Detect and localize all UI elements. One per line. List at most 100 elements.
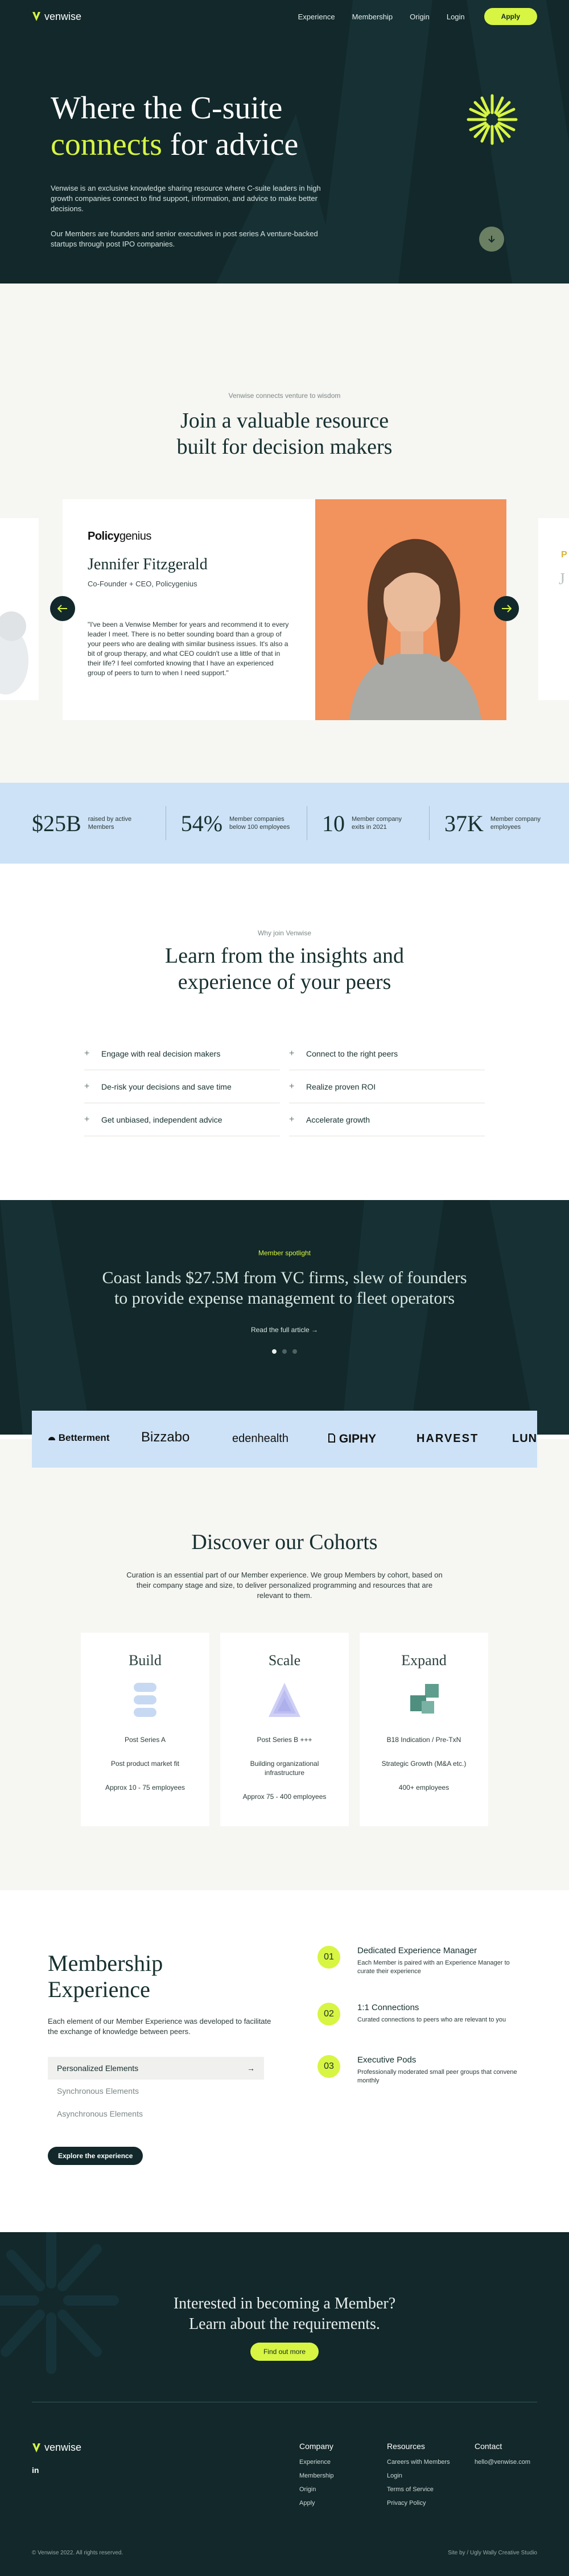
membership-title-line2: Experience xyxy=(48,1977,150,2002)
find-out-more-button[interactable]: Find out more xyxy=(250,2343,319,2361)
person-role: Co-Founder + CEO, Policygenius xyxy=(88,580,197,588)
feature-number: 01 xyxy=(318,1946,340,1969)
site-credit-link[interactable]: Site by / Ugly Wally Creative Studio xyxy=(448,2550,537,2556)
benefit-label: Get unbiased, independent advice xyxy=(101,1115,222,1124)
footer: Interested in becoming a Member? Learn a… xyxy=(0,2232,569,2576)
cohort-detail: Approx 75 - 400 employees xyxy=(242,1793,327,1801)
stat-value: 37K xyxy=(444,810,484,836)
cohort-detail: 400+ employees xyxy=(398,1784,450,1792)
spotlight-section xyxy=(0,1200,569,1435)
cohort-detail: B18 Indication / Pre-TxN xyxy=(386,1736,461,1744)
spotlight-title: Coast lands $27.5M from VC firms, slew o… xyxy=(0,1268,569,1309)
feature-description: Professionally moderated small peer grou… xyxy=(357,2069,517,2084)
feature-description: Each Member is paired with an Experience… xyxy=(357,1959,510,1975)
cohort-card-scale: Scale Post Series B +++ Building organiz… xyxy=(220,1633,349,1826)
nav-links: Experience Membership Origin Login Apply xyxy=(281,8,537,25)
carousel-dot[interactable] xyxy=(272,1349,277,1354)
testimonial-quote: "I've been a Venwise Member for years an… xyxy=(88,621,289,677)
footer-link[interactable]: Login xyxy=(387,2472,450,2479)
tab-label: Personalized Elements xyxy=(57,2064,139,2073)
hero-paragraph-2: Our Members are founders and senior exec… xyxy=(51,229,318,248)
benefit-item: + Realize proven ROI xyxy=(289,1070,485,1103)
next-card-name: J xyxy=(559,570,565,588)
footer-link[interactable]: Apply xyxy=(299,2500,334,2507)
cohorts-description: Curation is an essential part of our Mem… xyxy=(126,1571,443,1600)
testimonials-eyebrow: Venwise connects venture to wisdom xyxy=(228,392,341,400)
cohort-detail: Approx 10 - 75 employees xyxy=(105,1784,185,1792)
testimonials-title-line1: Join a valuable resource xyxy=(180,409,389,433)
read-article-link[interactable]: Read the full article → xyxy=(0,1326,569,1334)
contact-email-link[interactable]: hello@venwise.com xyxy=(475,2459,530,2466)
benefit-item: + De-risk your decisions and save time xyxy=(84,1070,280,1103)
previous-card-photo xyxy=(0,611,28,695)
footer-link[interactable]: Privacy Policy xyxy=(387,2500,450,2507)
tab-synchronous-elements[interactable]: Synchronous Elements xyxy=(48,2080,264,2102)
feature-description: Curated connections to peers who are rel… xyxy=(357,2016,506,2023)
brand-logo-giphy: GIPHY xyxy=(328,1432,376,1446)
footer-link[interactable]: Membership xyxy=(299,2472,334,2479)
nav-link-experience[interactable]: Experience xyxy=(298,13,335,21)
membership-title: Membership Experience xyxy=(48,1950,163,2003)
membership-title-line1: Membership xyxy=(48,1950,163,1976)
stacked-triangle-icon xyxy=(269,1683,300,1717)
carousel-next-button[interactable] xyxy=(494,596,519,621)
stat-label: raised by active Members xyxy=(88,816,132,831)
logo[interactable]: venwise xyxy=(32,11,81,23)
carousel-prev-button[interactable] xyxy=(50,596,75,621)
why-title-line2: experience of your peers xyxy=(178,970,391,994)
footer-logo[interactable]: venwise xyxy=(32,2442,81,2454)
spotlight-background-pattern xyxy=(0,1200,569,1435)
brand-logo-harvest: HARVEST xyxy=(417,1432,479,1445)
footer-link[interactable]: Terms of Service xyxy=(387,2486,450,2493)
benefit-item: + Connect to the right peers xyxy=(289,1037,485,1070)
logo-mark-icon xyxy=(32,2443,40,2452)
linkedin-icon[interactable]: in xyxy=(32,2466,39,2475)
company-logo: Policygenius xyxy=(88,530,289,543)
cohort-detail: Post Series B +++ xyxy=(257,1736,312,1744)
apply-button[interactable]: Apply xyxy=(484,8,537,25)
feature-number: 03 xyxy=(318,2055,340,2078)
tab-personalized-elements[interactable]: Personalized Elements → xyxy=(48,2057,264,2080)
nav-link-login[interactable]: Login xyxy=(447,13,465,21)
footer-column-resources: Resources Careers with Members Login Ter… xyxy=(387,2442,450,2513)
arrow-left-icon xyxy=(57,605,67,613)
carousel-dot[interactable] xyxy=(282,1349,287,1354)
footer-column-title: Contact xyxy=(475,2442,502,2451)
copyright-text: © Venwise 2022. All rights reserved. xyxy=(32,2550,123,2556)
nav-link-membership[interactable]: Membership xyxy=(352,13,393,21)
scroll-down-button[interactable] xyxy=(479,227,504,252)
stat-item: $25B raised by active Members xyxy=(32,806,166,840)
hero-title-line1: Where the C-suite xyxy=(51,91,283,126)
stat-item: 10 Member company exits in 2021 xyxy=(307,806,429,840)
next-testimonial-card[interactable]: P J xyxy=(538,518,569,700)
brand-logo-edenhealth: edenhealth xyxy=(232,1432,288,1445)
company-logo-light: genius xyxy=(119,530,151,543)
explore-experience-button[interactable]: Explore the experience xyxy=(48,2147,143,2165)
footer-link[interactable]: Careers with Members xyxy=(387,2459,450,2466)
feature-title: Executive Pods xyxy=(357,2055,417,2065)
benefit-label: Engage with real decision makers xyxy=(101,1049,221,1058)
brand-logo-text: GIPHY xyxy=(339,1432,377,1445)
brand-logo-lunchclub: LUNC xyxy=(512,1432,537,1445)
person-photo xyxy=(315,499,506,720)
tab-asynchronous-elements[interactable]: Asynchronous Elements xyxy=(48,2102,264,2125)
membership-tabs: Personalized Elements → Synchronous Elem… xyxy=(48,2057,264,2125)
feature-number: 02 xyxy=(318,2003,340,2026)
footer-cta-title: Interested in becoming a Member? Learn a… xyxy=(0,2294,569,2335)
previous-testimonial-card[interactable] xyxy=(0,518,39,700)
footer-link[interactable]: Origin xyxy=(299,2486,334,2493)
benefit-label: De-risk your decisions and save time xyxy=(101,1082,232,1091)
benefit-item: + Engage with real decision makers xyxy=(84,1037,280,1070)
cohort-detail: Post Series A xyxy=(124,1736,166,1744)
footer-column-contact: Contact hello@venwise.com xyxy=(475,2442,530,2472)
footer-column-title: Resources xyxy=(387,2442,425,2451)
carousel-dot[interactable] xyxy=(292,1349,297,1354)
benefit-item: + Accelerate growth xyxy=(289,1103,485,1136)
plus-icon: + xyxy=(289,1081,295,1091)
nav-link-origin[interactable]: Origin xyxy=(410,13,430,21)
spotlight-title-line1: Coast lands $27.5M from VC firms, slew o… xyxy=(102,1268,467,1287)
footer-link[interactable]: Experience xyxy=(299,2459,334,2466)
testimonial-card: Policygenius Jennifer Fitzgerald Co-Foun… xyxy=(63,499,506,720)
brand-logo-text: Betterment xyxy=(58,1432,110,1443)
hero-title-accent: connects xyxy=(51,127,162,162)
